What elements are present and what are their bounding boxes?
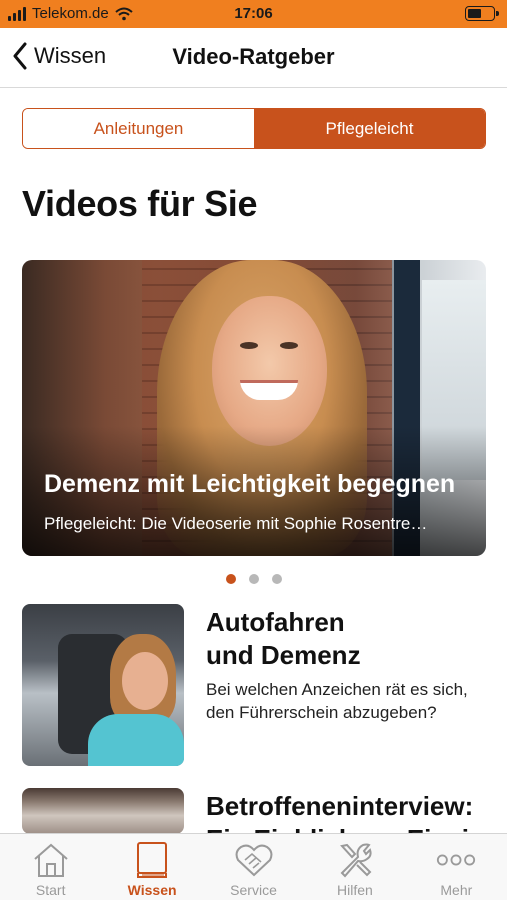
video-thumbnail [22,788,184,834]
carousel-dot[interactable] [248,574,259,584]
carousel-dot-active[interactable] [225,574,236,584]
tab-service[interactable]: Service [203,834,304,900]
video-description-line: Bei welchen Anzeichen rät es sich, [206,680,468,699]
handshake-icon [235,844,272,877]
video-title: Autofahren und Demenz [206,606,361,672]
video-list-item[interactable]: Autofahren und Demenz Bei welchen Anzeic… [22,604,486,768]
page-title: Video-Ratgeber [172,44,335,69]
segment-pflegeleicht[interactable]: Pflegeleicht [254,109,485,148]
tab-label: Mehr [440,882,473,898]
tab-wissen[interactable]: Wissen [101,834,202,900]
tools-icon [339,843,372,878]
video-title-line: und Demenz [206,640,361,670]
tab-label: Service [230,882,277,898]
featured-video-card[interactable]: Demenz mit Leichtigkeit begegnen Pflegel… [22,260,486,556]
video-thumbnail [22,604,184,766]
status-time: 17:06 [234,5,273,22]
navigation-bar: Wissen Video-Ratgeber [0,28,507,88]
tab-bar: Start Wissen Service Hilfen Mehr [0,833,507,900]
tab-start[interactable]: Start [0,834,101,900]
hero-person-eye [280,342,298,349]
section-heading: Videos für Sie [22,183,258,224]
video-title-line: Autofahren [206,607,345,637]
hero-person-eye [240,342,258,349]
tab-mehr[interactable]: Mehr [406,834,507,900]
hero-title: Demenz mit Leichtigkeit begegnen [44,470,456,498]
more-dots-icon [437,854,476,866]
thumbnail-person-shirt [88,714,184,766]
hero-person-face [212,296,327,446]
video-title: Betroffeneninterview: Ein Einblick zur E… [206,790,483,834]
segment-anleitungen[interactable]: Anleitungen [23,109,254,148]
thumbnail-person-face [122,652,168,710]
video-list-item[interactable]: Betroffeneninterview: Ein Einblick zur E… [22,788,486,834]
tab-hilfen[interactable]: Hilfen [304,834,405,900]
segmented-control: Anleitungen Pflegeleicht [22,108,486,149]
tab-label: Wissen [127,882,177,898]
tab-label: Hilfen [337,882,373,898]
video-description-line: den Führerschein abzugeben? [206,703,437,722]
video-description: Bei welchen Anzeichen rät es sich, den F… [206,678,468,724]
book-icon [137,842,168,878]
status-bar: Telekom.de 17:06 [0,0,507,28]
hero-subtitle: Pflegeleicht: Die Videoserie mit Sophie … [44,514,428,533]
house-icon [34,843,68,877]
carousel-page-indicator [0,574,507,584]
video-title-line: Betroffeneninterview: [206,791,474,821]
carousel-dot[interactable] [271,574,282,584]
battery-icon [465,6,499,21]
tab-label: Start [35,882,66,898]
